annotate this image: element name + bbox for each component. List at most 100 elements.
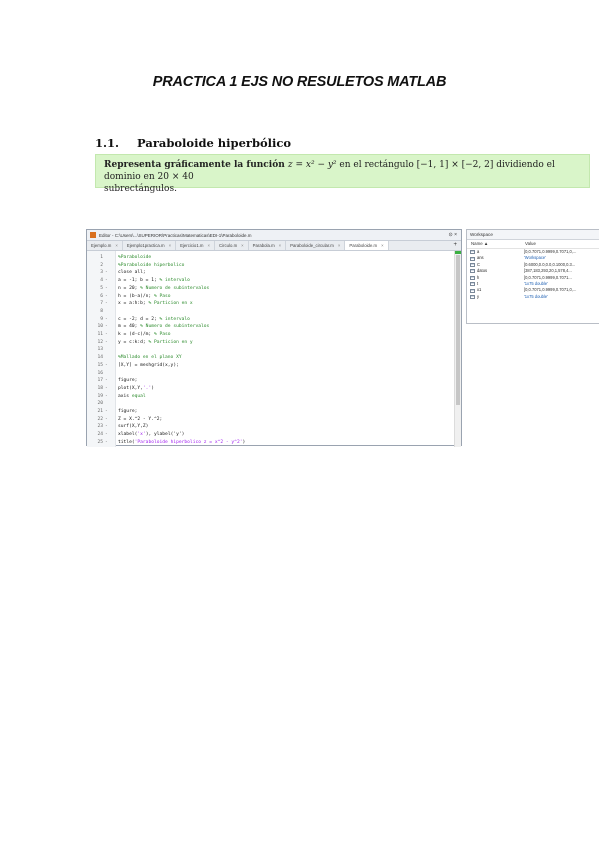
code-area[interactable]: 1 %Paraboloide 2 %Paraboloide hiperbolico 3-… xyxy=(87,251,461,447)
section-heading: 1.1. Paraboloide hiperbólico xyxy=(95,136,291,150)
editor-titlebar: Editor - C:\Users\...\SUPERIOR\Practicas… xyxy=(87,230,461,241)
code-text: y = c:k:d; % Particion en y xyxy=(118,339,193,346)
code-text: title('Paraboloide hiperbolico z = x^2 -… xyxy=(118,439,245,446)
line-number: 2 xyxy=(100,262,103,268)
new-tab-button[interactable]: + xyxy=(449,241,461,250)
breakpoint-marker[interactable]: - xyxy=(105,377,108,384)
editor-tab[interactable]: Ejercicio1.m × xyxy=(176,241,215,250)
line-number: 19 xyxy=(97,393,103,399)
window-controls[interactable]: ⊙ × xyxy=(449,232,462,238)
code-text: figure; xyxy=(118,378,138,384)
breakpoint-marker[interactable]: - xyxy=(105,300,108,307)
line-number: 16 xyxy=(97,370,103,376)
code-comment: % Paso xyxy=(153,332,171,337)
matlab-editor-screenshot: Editor - C:\Users\...\SUPERIOR\Practicas… xyxy=(86,229,462,447)
editor-tab[interactable]: Parabola.m × xyxy=(249,241,287,250)
editor-tab-label: Paraboloide_circular.m xyxy=(290,243,334,248)
code-line: 7- x = a:h:b; % Particion en x xyxy=(87,300,427,307)
code-text: xlabel('x'), ylabel('y') xyxy=(118,431,184,438)
code-line: 5- n = 20; % Numero de subintervalos xyxy=(87,285,427,292)
code-string: 'Paraboloide hiperbolico z = x^2 - y^2' xyxy=(134,439,243,445)
scrollbar-thumb[interactable] xyxy=(456,255,460,405)
breakpoint-marker[interactable]: - xyxy=(105,385,108,392)
exercise-statement: Representa gráficamente la función z = x… xyxy=(95,154,590,194)
matrix-variable-icon xyxy=(470,269,475,274)
line-number: 21 xyxy=(97,409,103,414)
breakpoint-marker[interactable]: - xyxy=(105,393,108,400)
line-number: 7 xyxy=(100,301,103,307)
breakpoint-marker[interactable]: - xyxy=(105,339,108,346)
breakpoint-marker[interactable]: - xyxy=(105,269,108,276)
workspace-col-name[interactable]: Name ▲ xyxy=(467,240,525,248)
workspace-variable-row[interactable]: y '1x75 double' xyxy=(467,294,599,300)
code-statement: a = -1; b = 1; xyxy=(118,278,160,284)
code-line: 25- title('Paraboloide hiperbolico z = x^… xyxy=(87,439,427,446)
line-number: 13 xyxy=(97,347,103,353)
statement-suffix: subrectángulos. xyxy=(104,184,177,194)
breakpoint-marker[interactable]: - xyxy=(105,293,108,300)
code-line: 23- surf(X,Y,Z) xyxy=(87,423,427,430)
code-statement: title( xyxy=(118,439,135,445)
code-line: 18- plot(X,Y,'.') xyxy=(87,385,427,392)
editor-tab-label: Circulo.m xyxy=(219,243,238,248)
breakpoint-marker[interactable]: - xyxy=(105,416,108,423)
breakpoint-marker[interactable]: - xyxy=(105,331,108,338)
code-text: Z = X.^2 - Y.^2; xyxy=(118,416,163,422)
workspace-col-value[interactable]: Value xyxy=(525,240,536,248)
code-text: x = a:h:b; % Particion en x xyxy=(118,300,193,307)
code-statement: n = 20; xyxy=(118,285,141,291)
code-line: 12- y = c:k:d; % Particion en y xyxy=(87,339,427,346)
code-string: '.' xyxy=(142,385,152,391)
editor-tab[interactable]: Ejemplo1practica.m × xyxy=(123,241,177,250)
code-comment: % Paso xyxy=(153,293,171,299)
code-line: 6- h = (b-a)/n; % Paso xyxy=(87,293,427,300)
breakpoint-marker[interactable]: - xyxy=(105,408,108,415)
code-line: 19- axis equal xyxy=(87,393,427,400)
close-tab-icon[interactable]: × xyxy=(169,243,172,248)
code-line: 2 %Paraboloide hiperbolico xyxy=(87,262,427,269)
breakpoint-marker[interactable]: - xyxy=(105,431,108,438)
breakpoint-marker[interactable]: - xyxy=(105,423,108,430)
close-tab-icon[interactable]: × xyxy=(279,243,282,248)
breakpoint-marker[interactable]: - xyxy=(105,285,108,292)
close-tab-icon[interactable]: × xyxy=(381,243,384,248)
code-line: 13 xyxy=(87,346,427,353)
close-tab-icon[interactable]: × xyxy=(115,243,118,248)
line-number: 14 xyxy=(97,355,103,361)
matrix-variable-icon xyxy=(470,250,475,255)
code-text: h = (b-a)/n; % Paso xyxy=(118,293,171,300)
code-statement: h = (b-a)/n; xyxy=(118,293,154,299)
editor-tab[interactable]: Paraboloide.m × xyxy=(345,241,389,250)
editor-tab[interactable]: Ejemplo.m × xyxy=(87,241,123,250)
line-number: 4 xyxy=(100,278,103,284)
matrix-variable-icon xyxy=(470,288,475,293)
editor-tab[interactable]: Paraboloide_circular.m × xyxy=(286,241,346,250)
code-comment: equal xyxy=(131,393,146,399)
code-line: 11- k = (d-c)/m; % Paso xyxy=(87,331,427,338)
editor-tab[interactable]: Circulo.m × xyxy=(215,241,249,250)
variable-value: '1x75 double' xyxy=(524,293,548,299)
line-number: 6 xyxy=(100,293,103,299)
editor-scrollbar[interactable] xyxy=(454,251,461,447)
breakpoint-marker[interactable]: - xyxy=(105,277,108,284)
code-comment: % Particion en x xyxy=(148,301,193,307)
statement-prefix: Representa gráficamente la función xyxy=(104,160,288,170)
editor-tab-label: Paraboloide.m xyxy=(349,243,378,248)
line-number: 1 xyxy=(100,255,103,260)
code-line: 17- figure; xyxy=(87,377,427,384)
code-line: 20 xyxy=(87,400,427,407)
code-statement: k = (d-c)/m; xyxy=(118,332,154,337)
line-number: 23 xyxy=(97,424,103,430)
close-tab-icon[interactable]: × xyxy=(241,243,244,248)
breakpoint-marker[interactable]: - xyxy=(105,316,108,323)
code-comment: % Numero de subintervalos xyxy=(140,324,210,330)
breakpoint-marker[interactable]: - xyxy=(105,323,108,330)
breakpoint-marker[interactable]: - xyxy=(105,439,108,446)
close-tab-icon[interactable]: × xyxy=(207,243,210,248)
close-tab-icon[interactable]: × xyxy=(338,243,341,248)
workspace-header: Name ▲ Value xyxy=(467,240,599,249)
breakpoint-marker[interactable]: - xyxy=(105,362,108,369)
code-statement-tail: ) xyxy=(151,385,154,391)
code-text: c = -2; d = 2; % intervalo xyxy=(118,316,190,323)
code-line: 22- Z = X.^2 - Y.^2; xyxy=(87,416,427,423)
